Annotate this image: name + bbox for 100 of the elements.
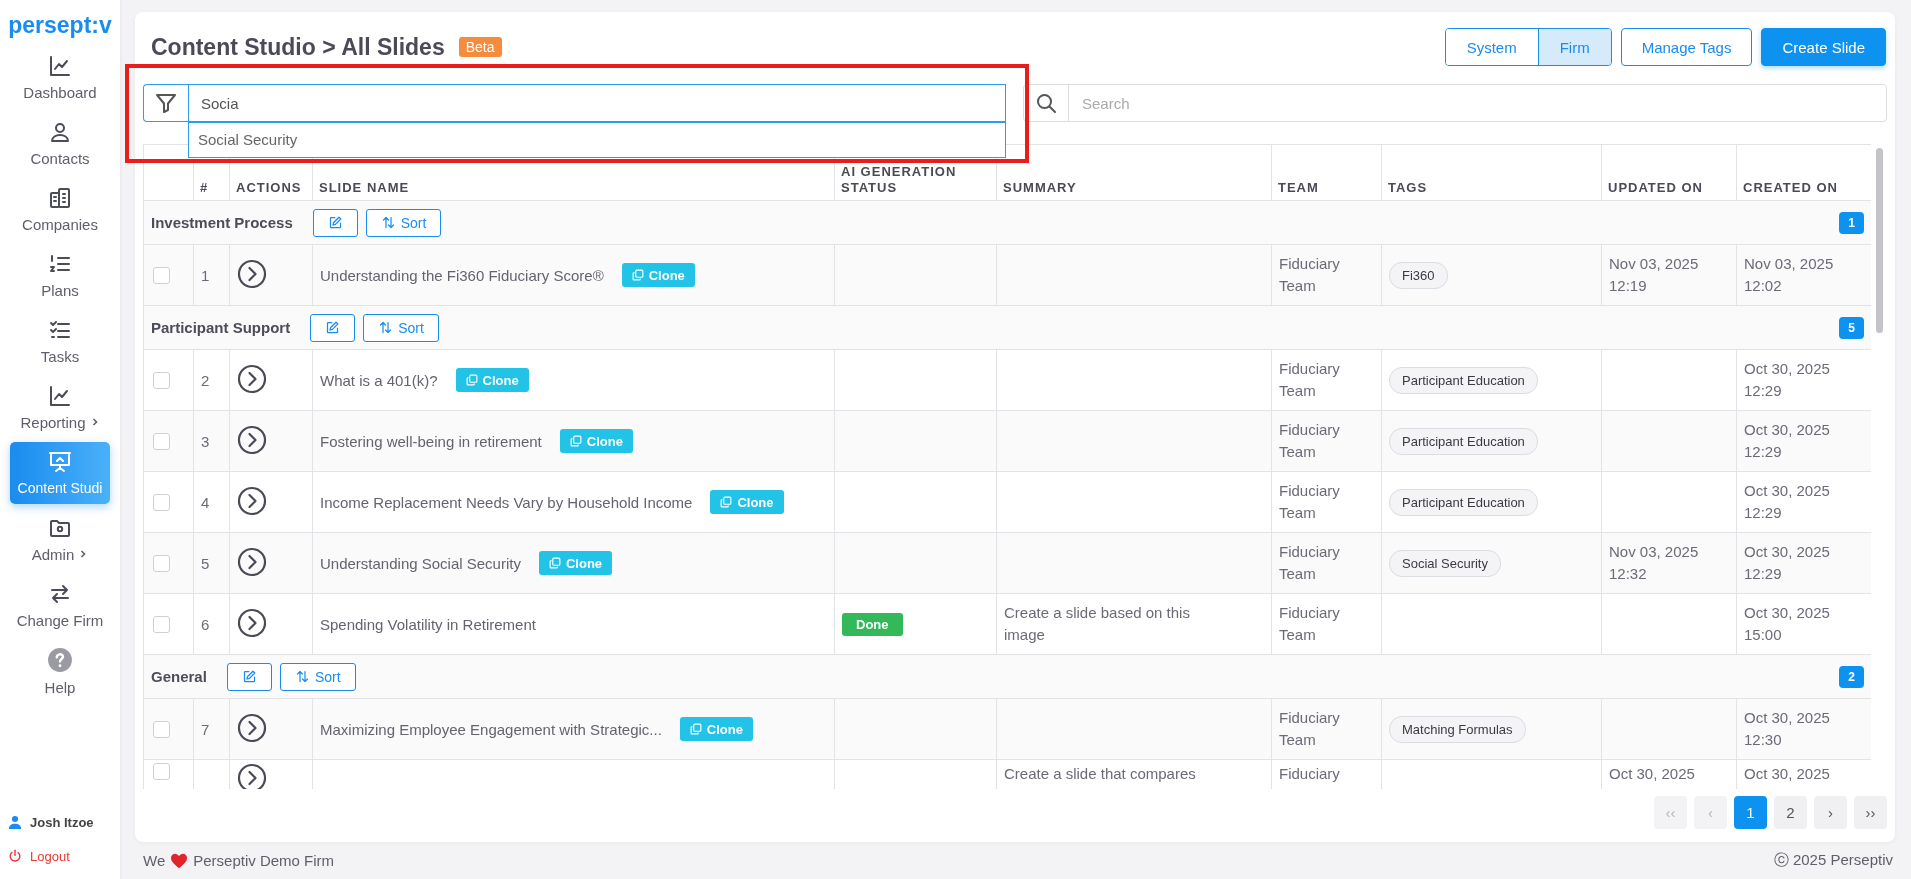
row-checkbox[interactable] bbox=[153, 615, 170, 633]
tag-pill: Participant Education bbox=[1389, 366, 1538, 394]
slide-name: Understanding Social Security bbox=[320, 554, 521, 572]
created-date: Oct 30, 2025 15:00 bbox=[1744, 603, 1831, 645]
count-badge: 2 bbox=[1839, 665, 1864, 688]
copy-icon bbox=[465, 374, 478, 386]
edit-icon bbox=[241, 669, 257, 684]
row-checkbox[interactable] bbox=[153, 763, 170, 780]
heart-icon bbox=[170, 852, 189, 869]
chevron-circle-icon[interactable] bbox=[237, 424, 267, 455]
row-checkbox[interactable] bbox=[153, 493, 170, 511]
row-checkbox[interactable] bbox=[153, 554, 170, 572]
edit-button[interactable] bbox=[310, 313, 356, 342]
clone-button[interactable]: Clone bbox=[455, 368, 529, 392]
chevron-circle-icon[interactable] bbox=[237, 363, 267, 394]
nav-item[interactable]: Help bbox=[10, 640, 110, 702]
edit-button[interactable] bbox=[226, 662, 272, 691]
nav-item[interactable]: Tasks bbox=[10, 310, 110, 372]
row-checkbox[interactable] bbox=[153, 720, 170, 738]
slide-name: Maximizing Employee Engagement with Strategic... bbox=[320, 720, 662, 738]
clone-button[interactable]: Clone bbox=[621, 263, 695, 287]
logo: persept:v bbox=[8, 11, 112, 40]
logout-link[interactable]: Logout bbox=[30, 848, 70, 864]
slide-name: Fostering well-being in retirement bbox=[320, 432, 542, 450]
clone-button[interactable]: Clone bbox=[559, 429, 633, 453]
page-button[interactable]: ›› bbox=[1854, 796, 1887, 829]
user-name: Josh Itzoe bbox=[30, 814, 94, 830]
clone-button[interactable]: Clone bbox=[710, 490, 784, 514]
nav-label: Help bbox=[44, 678, 76, 696]
column-header: TAGS bbox=[1388, 180, 1429, 196]
row-checkbox[interactable] bbox=[153, 432, 170, 450]
nav-item[interactable]: Dashboard bbox=[10, 46, 110, 108]
row-checkbox[interactable] bbox=[153, 371, 170, 389]
edit-button[interactable] bbox=[312, 208, 358, 237]
tag-pill: Fi360 bbox=[1389, 261, 1448, 289]
page-button[interactable]: 2 bbox=[1774, 796, 1807, 829]
updated-date: Nov 03, 2025 12:32 bbox=[1609, 542, 1700, 584]
copy-icon bbox=[548, 557, 561, 569]
row-number: 5 bbox=[201, 554, 210, 572]
column-header: SUMMARY bbox=[1003, 180, 1078, 196]
scope-toggle-button[interactable]: Firm bbox=[1537, 29, 1611, 65]
team-name: Fiduciary Team bbox=[1279, 254, 1341, 296]
page-button[interactable]: › bbox=[1814, 796, 1847, 829]
scrollbar[interactable] bbox=[1875, 148, 1883, 333]
sort-button[interactable]: Sort bbox=[363, 313, 439, 342]
building-icon bbox=[48, 185, 72, 210]
sort-button[interactable]: Sort bbox=[279, 662, 356, 691]
nav-item[interactable]: Companies bbox=[10, 178, 110, 240]
row-number: 6 bbox=[201, 615, 210, 633]
summary-text: Create a slide that compares bbox=[1004, 764, 1197, 784]
filter-icon bbox=[154, 91, 178, 115]
nav-label: Dashboard bbox=[23, 83, 97, 101]
copy-icon bbox=[689, 723, 702, 735]
team-name: Fiduciary Team bbox=[1279, 420, 1341, 462]
nav-label: Admin bbox=[31, 545, 75, 563]
updated-date: Oct 30, 2025 bbox=[1609, 764, 1696, 784]
column-header: ACTIONS bbox=[236, 180, 303, 196]
chevron-circle-icon[interactable] bbox=[237, 485, 267, 516]
nav-label: Companies bbox=[22, 215, 98, 233]
user-icon bbox=[8, 815, 22, 829]
clone-button[interactable]: Clone bbox=[538, 551, 613, 575]
tag-pill: Participant Education bbox=[1389, 427, 1538, 455]
row-number: 3 bbox=[201, 432, 210, 450]
summary-text: Create a slide based on this image bbox=[1004, 603, 1191, 645]
nav-item[interactable]: Contacts bbox=[10, 112, 110, 174]
team-name: Fiduciary Team bbox=[1279, 542, 1341, 584]
copy-icon bbox=[569, 435, 582, 447]
nav-label: Plans bbox=[41, 281, 79, 299]
created-date: Oct 30, 2025 12:30 bbox=[1744, 708, 1831, 750]
sort-icon bbox=[380, 215, 396, 230]
row-number: 2 bbox=[201, 371, 210, 389]
nav-label: Tasks bbox=[40, 347, 80, 365]
chevron-circle-icon[interactable] bbox=[237, 712, 267, 743]
row-checkbox[interactable] bbox=[153, 266, 170, 284]
create-button[interactable]: Create Slide bbox=[1761, 28, 1886, 66]
row-number: 4 bbox=[201, 493, 210, 511]
manage-tags-button[interactable]: Manage Tags bbox=[1620, 28, 1753, 66]
copy-icon bbox=[631, 269, 644, 281]
chevron-circle-icon[interactable] bbox=[237, 607, 267, 638]
copyright-text: ⓒ 2025 Perseptiv bbox=[1773, 851, 1893, 870]
nav-item[interactable]: Change Firm bbox=[10, 574, 110, 636]
chevron-circle-icon[interactable] bbox=[237, 546, 267, 577]
nav-item[interactable]: Plans bbox=[10, 244, 110, 306]
column-header: # bbox=[200, 180, 210, 196]
created-date: Oct 30, 2025 12:29 bbox=[1744, 542, 1831, 584]
nav-item[interactable]: Reporting bbox=[10, 376, 110, 438]
suggestion-item[interactable]: Social Security bbox=[189, 123, 1005, 157]
row-number: 7 bbox=[201, 720, 210, 738]
beta-badge: Beta bbox=[458, 37, 502, 57]
page-button[interactable]: 1 bbox=[1734, 796, 1767, 829]
chevron-circle-icon[interactable] bbox=[237, 258, 267, 289]
sort-icon bbox=[378, 320, 394, 335]
nav-item[interactable]: Content Studi bbox=[10, 442, 110, 504]
clone-button[interactable]: Clone bbox=[679, 717, 753, 741]
nav-item[interactable]: Admin bbox=[10, 508, 110, 570]
sort-button[interactable]: Sort bbox=[365, 208, 442, 237]
edit-icon bbox=[325, 320, 341, 335]
filter-field[interactable]: Socia bbox=[188, 84, 1006, 122]
tag-pill: Participant Education bbox=[1389, 488, 1538, 516]
footer-text: Perseptiv Demo Firm bbox=[193, 852, 335, 869]
